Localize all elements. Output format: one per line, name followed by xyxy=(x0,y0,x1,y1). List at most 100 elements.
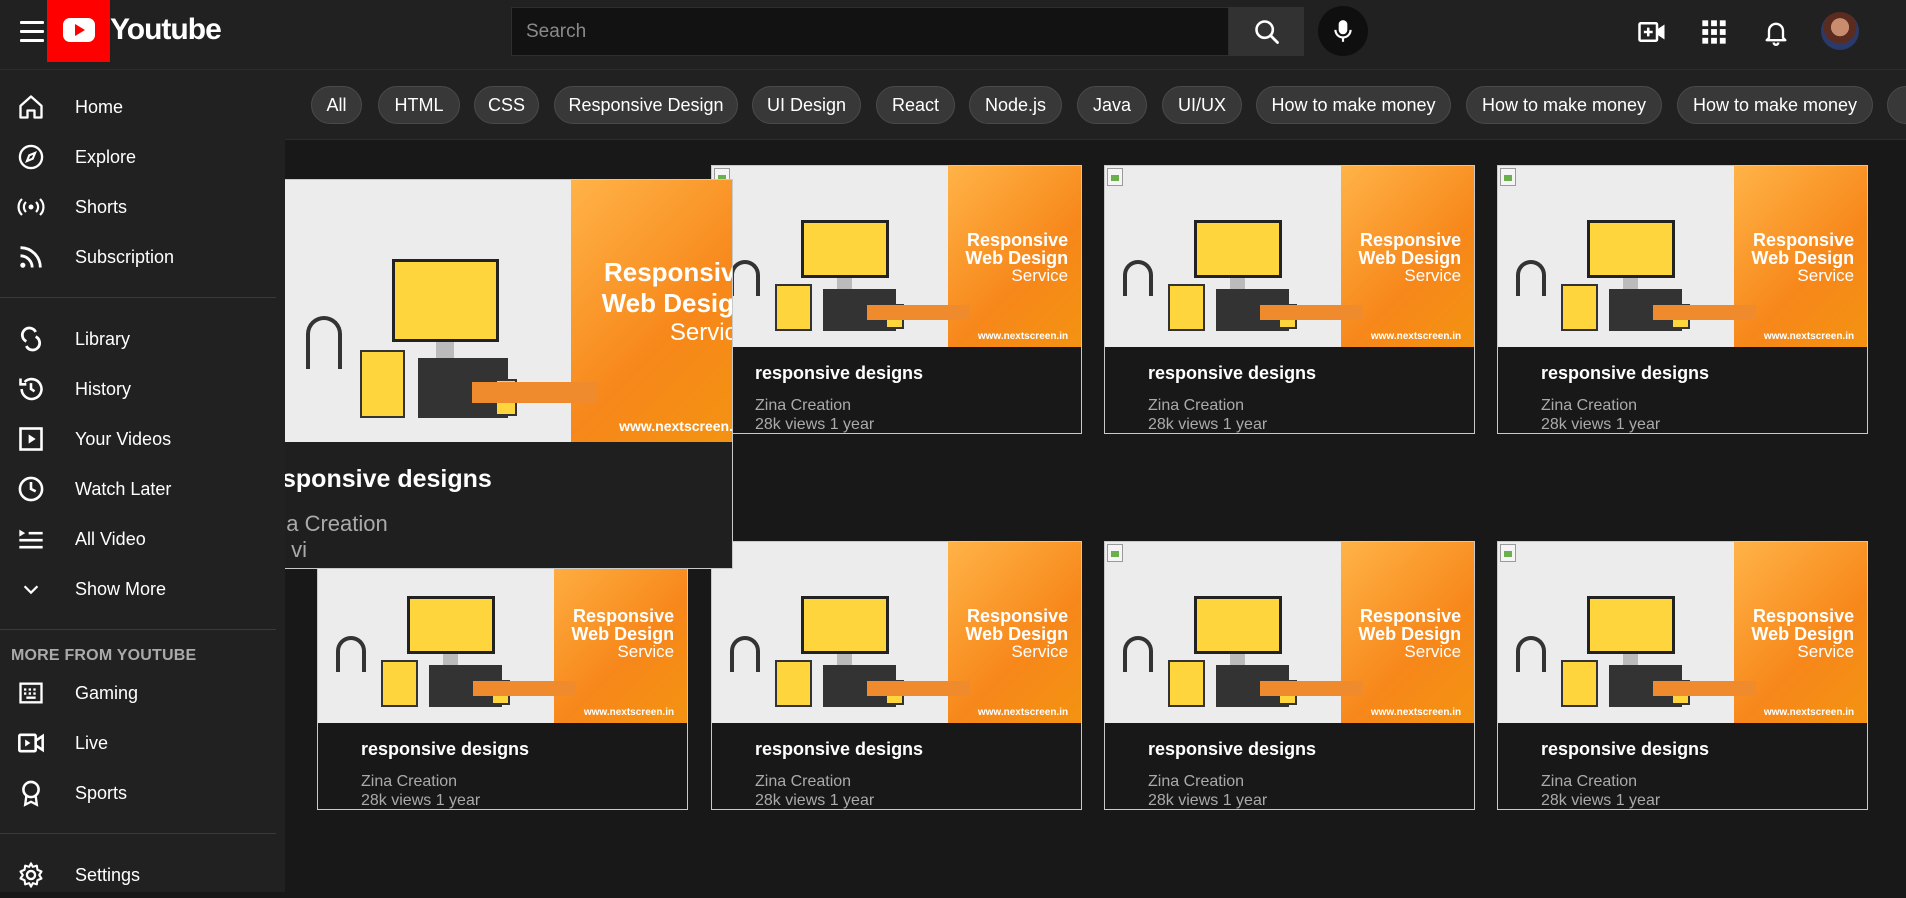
sidebar-section-title: MORE FROM YOUTUBE xyxy=(11,647,197,664)
sidebar-item-shorts[interactable]: Shorts xyxy=(0,184,278,230)
video-thumbnail[interactable]: Responsive Web Design Service www.nextsc… xyxy=(1105,166,1474,347)
thumbnail-text: Service xyxy=(1404,641,1462,661)
video-card[interactable]: Responsive Web Design Service www.nextsc… xyxy=(711,165,1082,434)
video-card[interactable]: Responsive Web Design Service www.nextsc… xyxy=(711,541,1082,810)
video-meta: 28k views 1 year xyxy=(1541,792,1661,809)
video-card[interactable]: Responsive Web Design Service www.nextsc… xyxy=(1497,165,1868,434)
chip-css[interactable]: CSS xyxy=(474,86,539,124)
search-icon xyxy=(1254,19,1279,44)
thumbnail-text: Responsive xyxy=(1753,606,1855,627)
video-title[interactable]: responsive designs xyxy=(755,739,923,760)
video-title[interactable]: responsive designs xyxy=(1148,739,1316,760)
thumbnail-text: Service xyxy=(1011,265,1069,285)
menu-icon[interactable] xyxy=(20,21,44,43)
video-card[interactable]: Responsive Web Design Service www.nextsc… xyxy=(317,541,688,810)
sidebar-item-home[interactable]: Home xyxy=(0,84,278,130)
chip-nodejs[interactable]: Node.js xyxy=(969,86,1062,124)
video-meta: k vi xyxy=(285,537,307,562)
video-title[interactable]: responsive designs xyxy=(1148,363,1316,384)
video-thumbnail[interactable]: Responsive Web Design Service www.nextsc… xyxy=(712,542,1081,723)
chip-all[interactable]: All xyxy=(311,86,362,124)
video-thumbnail[interactable]: Responsive Web Design Service www.nextsc… xyxy=(1498,166,1867,347)
video-card[interactable]: Responsive Web Design Service www.nextsc… xyxy=(1104,165,1475,434)
youtube-play-icon xyxy=(63,18,95,42)
search-box xyxy=(511,7,1229,56)
thumbnail-url: www.nextscreen.in xyxy=(977,330,1069,342)
thumbnail-url: www.nextscreen.in xyxy=(1763,330,1855,342)
channel-name[interactable]: Zina Creation xyxy=(1148,773,1244,791)
channel-name[interactable]: Zina Creation xyxy=(755,397,851,415)
thumbnail-text: Responsive xyxy=(967,230,1069,251)
sidebar-item-gaming[interactable]: Gaming xyxy=(0,670,278,716)
video-info: responsive designs Zina Creation 28k vie… xyxy=(1105,723,1474,809)
video-info: sponsive designs na Creation k vi xyxy=(285,442,732,568)
logo-text[interactable]: Youtube xyxy=(110,13,222,47)
sidebar-item-settings[interactable]: Settings xyxy=(0,852,278,898)
chip-how-to-make-money[interactable]: How to make money xyxy=(1256,86,1451,124)
video-thumbnail[interactable]: Responsive Web Design Service www.nextsc… xyxy=(712,166,1081,347)
home-icon xyxy=(17,93,45,121)
channel-name[interactable]: na Creation xyxy=(285,511,388,537)
broadcast-icon xyxy=(17,193,45,221)
chip-ui-design[interactable]: UI Design xyxy=(752,86,861,124)
chip-how-to-make-money[interactable]: How to make money xyxy=(1466,86,1662,124)
channel-name[interactable]: Zina Creation xyxy=(1148,397,1244,415)
video-title[interactable]: responsive designs xyxy=(1541,739,1709,760)
avatar[interactable] xyxy=(1821,12,1859,50)
sidebar-item-explore[interactable]: Explore xyxy=(0,134,278,180)
video-card-hover-preview[interactable]: Responsive Web Design Service www.nextsc… xyxy=(285,179,733,569)
video-thumbnail[interactable]: Responsive Web Design Service www.nextsc… xyxy=(285,180,732,442)
chip-how-to-make-money[interactable]: How to make money xyxy=(1677,86,1873,124)
video-meta: 28k views 1 year xyxy=(361,792,481,809)
thumbnail-text: Responsive xyxy=(603,256,732,287)
video-title[interactable]: responsive designs xyxy=(361,739,529,760)
chip-overflow[interactable] xyxy=(1887,86,1906,124)
video-title[interactable]: sponsive designs xyxy=(285,465,492,494)
notifications-button[interactable] xyxy=(1758,14,1794,50)
thumbnail-text: Responsive xyxy=(1753,230,1855,251)
channel-name[interactable]: Zina Creation xyxy=(1541,773,1637,791)
thumbnail-text: Service xyxy=(669,318,732,346)
chip-responsive-design[interactable]: Responsive Design xyxy=(554,86,738,124)
video-card[interactable]: Responsive Web Design Service www.nextsc… xyxy=(1497,541,1868,810)
video-info: responsive designs Zina Creation 28k vie… xyxy=(712,723,1081,809)
sidebar-item-show-more[interactable]: Show More xyxy=(0,566,278,612)
sidebar-item-label: Gaming xyxy=(75,682,139,703)
search-button[interactable] xyxy=(1229,7,1304,56)
video-title[interactable]: responsive designs xyxy=(1541,363,1709,384)
video-title[interactable]: responsive designs xyxy=(755,363,923,384)
video-thumbnail[interactable]: Responsive Web Design Service www.nextsc… xyxy=(1105,542,1474,723)
channel-name[interactable]: Zina Creation xyxy=(361,773,457,791)
video-card[interactable]: Responsive Web Design Service www.nextsc… xyxy=(1104,541,1475,810)
microphone-icon xyxy=(1334,20,1352,42)
thumbnail-text: Web Design xyxy=(1358,624,1462,645)
sidebar-item-history[interactable]: History xyxy=(0,366,278,412)
chip-react[interactable]: React xyxy=(876,86,955,124)
thumbnail-text: Responsive xyxy=(1360,230,1462,251)
channel-name[interactable]: Zina Creation xyxy=(1541,397,1637,415)
voice-search-button[interactable] xyxy=(1318,6,1368,56)
video-meta: 28k views 1 year xyxy=(755,416,875,433)
chip-html[interactable]: HTML xyxy=(378,86,460,124)
thumbnail-url: www.nextscreen.in xyxy=(1370,330,1462,342)
broken-image-icon xyxy=(1500,544,1516,562)
sidebar-item-sports[interactable]: Sports xyxy=(0,770,278,816)
sidebar-item-your-videos[interactable]: Your Videos xyxy=(0,416,278,462)
sidebar-item-watch-later[interactable]: Watch Later xyxy=(0,466,278,512)
video-thumbnail[interactable]: Responsive Web Design Service www.nextsc… xyxy=(1498,542,1867,723)
sidebar-divider xyxy=(0,833,276,834)
channel-name[interactable]: Zina Creation xyxy=(755,773,851,791)
chip-ui-ux[interactable]: UI/UX xyxy=(1162,86,1242,124)
apps-button[interactable] xyxy=(1696,14,1732,50)
search-input[interactable] xyxy=(512,8,1228,55)
sidebar-item-all-video[interactable]: All Video xyxy=(0,516,278,562)
video-meta: 28k views 1 year xyxy=(1148,416,1268,433)
sidebar-item-live[interactable]: Live xyxy=(0,720,278,766)
chip-java[interactable]: Java xyxy=(1077,86,1147,124)
broken-image-icon xyxy=(1107,544,1123,562)
video-thumbnail[interactable]: Responsive Web Design Service www.nextsc… xyxy=(318,542,687,723)
create-video-button[interactable] xyxy=(1634,14,1670,50)
sidebar-item-label: Shorts xyxy=(75,196,128,217)
sidebar-item-library[interactable]: Library xyxy=(0,316,278,362)
sidebar-item-subscription[interactable]: Subscription xyxy=(0,234,278,280)
